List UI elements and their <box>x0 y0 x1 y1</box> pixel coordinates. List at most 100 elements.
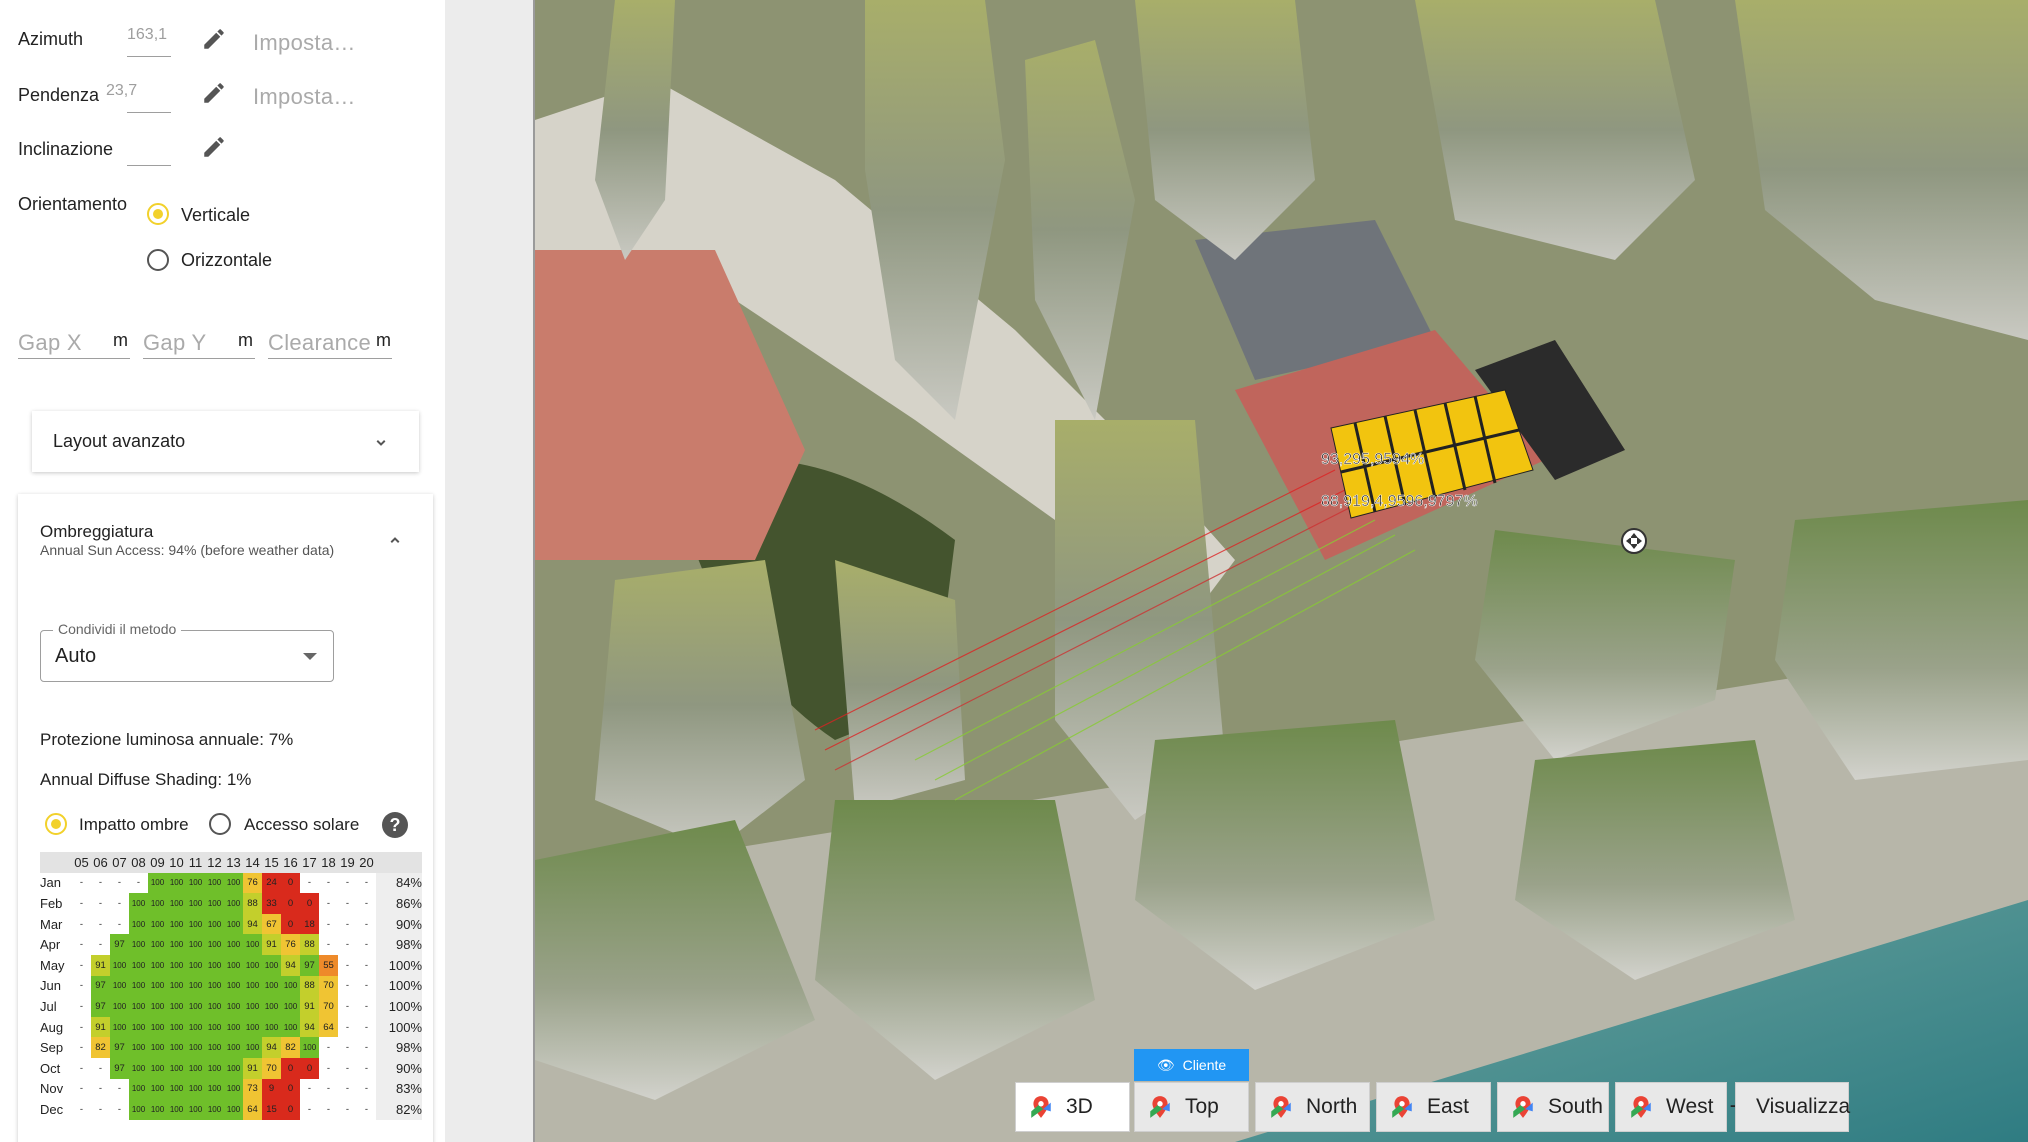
shading-cell: 94 <box>243 913 262 935</box>
access-radio[interactable] <box>209 813 231 835</box>
shading-cell: 100 <box>300 1037 319 1058</box>
pencil-icon[interactable] <box>201 134 227 160</box>
shading-cell: 100 <box>224 1057 243 1079</box>
shading-cell: 0 <box>281 1078 300 1100</box>
shading-cell: 33 <box>262 893 281 914</box>
cliente-toggle[interactable]: 👁 Cliente <box>1134 1049 1249 1081</box>
clearance-input[interactable]: Clearance <box>268 330 371 356</box>
view-east-button[interactable]: East <box>1376 1082 1491 1132</box>
shading-cell: 64 <box>319 1016 338 1038</box>
shading-cell: - <box>79 939 84 951</box>
vertical-radio[interactable] <box>147 203 169 225</box>
shading-cell: 100 <box>167 1099 186 1120</box>
month-percent: 100% <box>376 996 422 1017</box>
shading-cell: - <box>117 877 122 889</box>
table-row: Jun -97 100 100 100 100 100 100 100 100 100 100 88 70… <box>40 975 422 997</box>
shading-cell: - <box>79 897 84 909</box>
pencil-icon[interactable] <box>201 80 227 106</box>
shading-cell: 100 <box>262 975 281 997</box>
shading-cell: 0 <box>300 1057 319 1079</box>
view-north-button[interactable]: North <box>1255 1082 1370 1132</box>
shading-cell: - <box>345 1042 350 1054</box>
shading-cell: 100 <box>129 975 148 997</box>
clearance-unit: m <box>376 330 391 350</box>
shading-cell: 82 <box>281 1037 300 1058</box>
hour-header: 07 <box>110 852 129 873</box>
month-label: Dec <box>40 1101 64 1117</box>
inclinazione-input[interactable] <box>127 165 171 166</box>
shading-cell: - <box>117 1083 122 1095</box>
shading-cell: - <box>345 1103 350 1115</box>
method-select[interactable]: Condividi il metodo Auto <box>40 621 334 682</box>
gap-x-input[interactable]: Gap X <box>18 330 82 356</box>
shading-cell: 100 <box>148 913 167 935</box>
shading-cell: - <box>79 1042 84 1054</box>
shading-cell: - <box>326 1062 331 1074</box>
shading-cell: - <box>326 1103 331 1115</box>
method-select-label: Condividi il metodo <box>53 621 182 637</box>
hour-header: 16 <box>281 852 300 873</box>
help-icon[interactable]: ? <box>382 812 408 838</box>
shading-cell: - <box>364 897 369 909</box>
view-west-button[interactable]: West+ <box>1615 1082 1743 1132</box>
shading-cell: 100 <box>224 872 243 894</box>
shading-cell: 100 <box>167 1016 186 1038</box>
gap-y-input[interactable]: Gap Y <box>143 330 206 356</box>
shading-cell: 100 <box>224 893 243 914</box>
map-canvas[interactable]: 93,295,9594% 88,919,4,9596,9797% <box>535 0 2028 1142</box>
map-view[interactable]: 93,295,9594% 88,919,4,9596,9797% <box>535 0 2028 1142</box>
azimuth-input[interactable] <box>127 56 171 57</box>
layout-avanzato-panel[interactable]: Layout avanzato <box>32 411 419 472</box>
hour-header: 20 <box>357 852 376 873</box>
shading-cell: 100 <box>148 975 167 997</box>
shading-cell: 70 <box>319 975 338 997</box>
horizontal-radio[interactable] <box>147 249 169 271</box>
hour-header: 17 <box>300 852 319 873</box>
move-handle-icon[interactable] <box>1621 528 1647 554</box>
month-percent: 90% <box>376 913 422 935</box>
shading-cell: 82 <box>91 1037 110 1058</box>
pendenza-input[interactable] <box>127 112 171 113</box>
shading-cell: - <box>345 1000 350 1012</box>
table-row: Jan - - - -100 100 100 100 100 76 24 0- - - -84% <box>40 872 422 894</box>
pendenza-value: 23,7 <box>106 82 138 99</box>
shading-cell: 94 <box>281 954 300 976</box>
view-south-button[interactable]: South <box>1497 1082 1609 1132</box>
azimuth-value: 163,1 <box>127 26 168 43</box>
shading-cell: 100 <box>167 872 186 894</box>
chevron-up-icon[interactable] <box>386 531 404 549</box>
shading-cell: 100 <box>243 934 262 955</box>
visualizza-button[interactable]: Visualizza <box>1735 1082 1850 1132</box>
impact-radio[interactable] <box>45 813 67 835</box>
shading-cell: 100 <box>186 1037 205 1058</box>
shading-cell: 100 <box>243 975 262 997</box>
shading-cell: 91 <box>300 996 319 1017</box>
shading-cell: 100 <box>129 1078 148 1100</box>
azimuth-set-input[interactable]: Imposta… <box>253 30 356 56</box>
shading-cell: - <box>117 918 122 930</box>
view-3d-button[interactable]: 3D <box>1015 1082 1130 1132</box>
pendenza-set-input[interactable]: Imposta… <box>253 84 356 110</box>
shading-cell: - <box>345 877 350 889</box>
shading-cell: 76 <box>281 934 300 955</box>
month-percent: 84% <box>376 872 422 894</box>
shading-cell: - <box>364 980 369 992</box>
month-label: May <box>40 957 65 973</box>
month-percent: 98% <box>376 934 422 955</box>
shading-cell: 100 <box>205 996 224 1017</box>
shading-cell: 100 <box>167 975 186 997</box>
table-row: Jul -97 100 100 100 100 100 100 100 100 100 100 91 70… <box>40 996 422 1017</box>
shading-cell: 100 <box>224 1016 243 1038</box>
shading-cell: - <box>307 1103 312 1115</box>
chevron-down-icon[interactable] <box>372 434 390 452</box>
shading-cell: - <box>307 1083 312 1095</box>
shading-cell: - <box>79 1103 84 1115</box>
shading-cell: 18 <box>300 913 319 935</box>
shading-cell: - <box>79 918 84 930</box>
month-label: Nov <box>40 1081 64 1097</box>
view-north-label: North <box>1306 1095 1358 1118</box>
view-top-button[interactable]: Top <box>1134 1082 1249 1132</box>
pencil-icon[interactable] <box>201 26 227 52</box>
month-label: Mar <box>40 916 63 932</box>
shading-cell: - <box>98 1083 103 1095</box>
